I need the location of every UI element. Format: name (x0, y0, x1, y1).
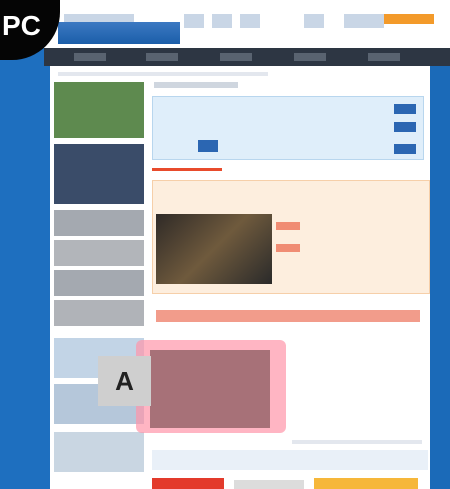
sidebar-link-row[interactable] (54, 210, 144, 236)
nav-item[interactable] (368, 53, 400, 61)
yellow-cta-button[interactable] (314, 478, 418, 489)
header-text-block (344, 14, 384, 28)
ad-image[interactable] (150, 350, 270, 428)
secondary-button[interactable] (234, 480, 304, 489)
left-sidebar (54, 74, 148, 489)
sidebar-link-row[interactable] (54, 300, 144, 326)
sidebar-link-row[interactable] (54, 270, 144, 296)
article-title (154, 82, 238, 88)
sidebar-link-row[interactable] (54, 432, 144, 472)
region-label: A (98, 356, 151, 406)
tag-label (276, 244, 300, 252)
header-icon[interactable] (304, 14, 324, 28)
section-divider (152, 168, 222, 171)
nav-item[interactable] (74, 53, 106, 61)
blue-frame-right (428, 0, 450, 489)
main-navigation (44, 48, 450, 66)
featured-photo[interactable] (156, 214, 272, 284)
region-label-text: A (115, 365, 134, 396)
sidebar-link-row[interactable] (54, 240, 144, 266)
site-logo[interactable] (58, 22, 180, 44)
pc-tab-label: PC (2, 10, 41, 41)
info-panel (152, 96, 424, 160)
nav-item[interactable] (220, 53, 252, 61)
text-line (292, 440, 422, 444)
action-button[interactable] (394, 104, 416, 114)
action-button[interactable] (394, 144, 416, 154)
red-cta-button[interactable] (152, 478, 224, 489)
banner-thumbnail[interactable] (54, 82, 144, 138)
header-icon[interactable] (212, 14, 232, 28)
header-icon[interactable] (240, 14, 260, 28)
action-button[interactable] (198, 140, 218, 152)
link-list[interactable] (152, 450, 428, 470)
header-icon[interactable] (184, 14, 204, 28)
banner-thumbnail[interactable] (54, 144, 144, 204)
nav-item[interactable] (294, 53, 326, 61)
login-button[interactable] (384, 14, 434, 24)
promo-headline (156, 310, 420, 322)
tag-label (276, 222, 300, 230)
action-button[interactable] (394, 122, 416, 132)
nav-item[interactable] (146, 53, 178, 61)
